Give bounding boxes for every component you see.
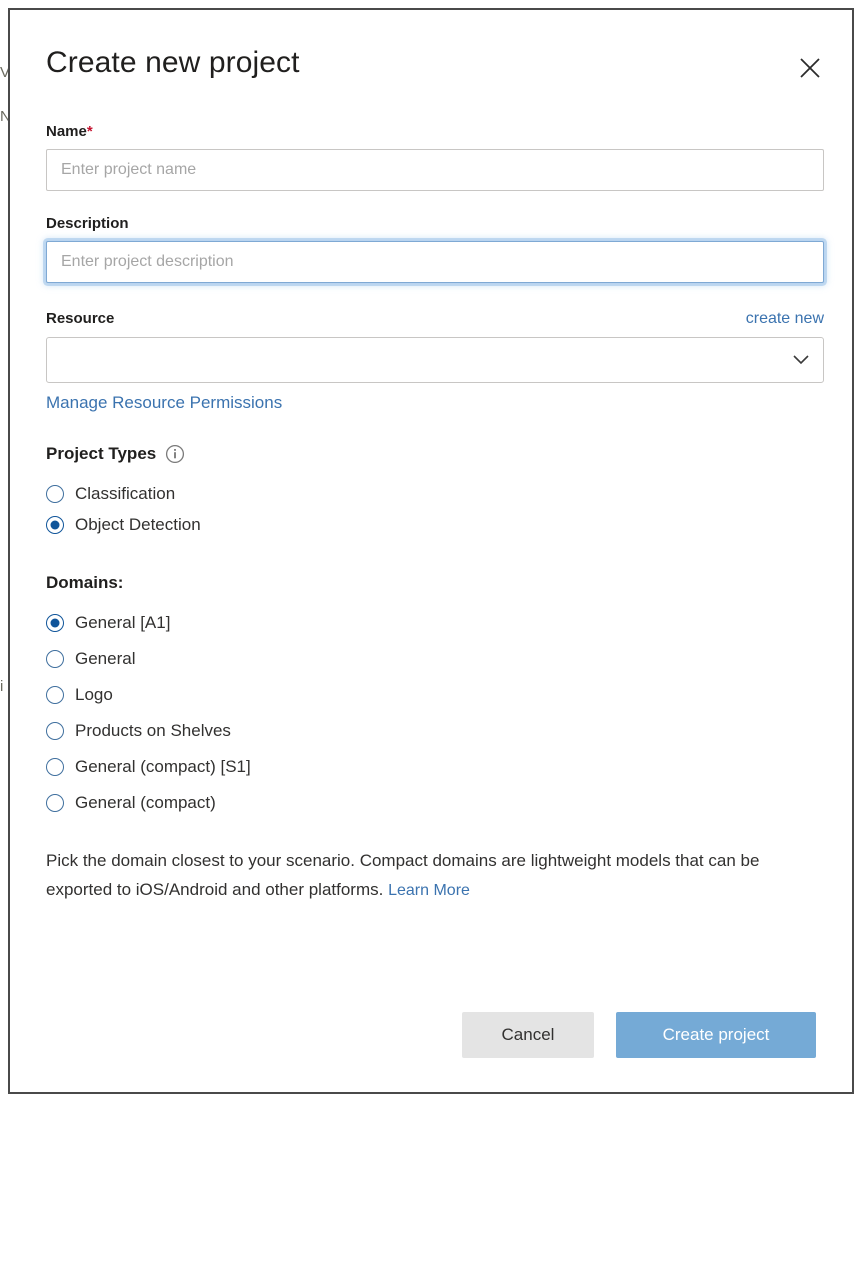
required-asterisk: * <box>86 123 93 140</box>
cancel-button[interactable]: Cancel <box>462 1012 594 1058</box>
radio-indicator <box>46 686 64 704</box>
create-new-resource-link[interactable]: create new <box>746 310 824 328</box>
resource-field-group: Resource create new Manage Resource Perm… <box>46 310 824 413</box>
project-type-option-object-detection[interactable]: Object Detection <box>46 509 824 540</box>
domain-label: Products on Shelves <box>75 721 231 740</box>
domain-option-general-a1[interactable]: General [A1] <box>46 605 824 641</box>
project-type-option-classification[interactable]: Classification <box>46 478 824 509</box>
domain-label: Logo <box>75 685 113 704</box>
close-icon[interactable] <box>788 46 832 90</box>
domain-option-general-compact-s1[interactable]: General (compact) [S1] <box>46 749 824 785</box>
radio-indicator <box>46 484 64 503</box>
radio-indicator <box>46 794 64 812</box>
domain-option-logo[interactable]: Logo <box>46 677 824 713</box>
domain-option-general-compact[interactable]: General (compact) <box>46 785 824 821</box>
project-types-radio-group: Classification Object Detection <box>46 478 824 540</box>
project-type-label: Object Detection <box>75 514 201 534</box>
domain-label: General (compact) <box>75 793 216 812</box>
domains-label: Domains: <box>46 573 124 592</box>
domain-label: General (compact) [S1] <box>75 757 251 776</box>
project-name-input[interactable] <box>46 149 824 191</box>
description-field-group: Description <box>46 215 824 283</box>
domain-helper-text: Pick the domain closest to your scenario… <box>46 846 824 905</box>
create-project-form: Name* Description Resource create new <box>46 123 824 905</box>
domain-option-products-on-shelves[interactable]: Products on Shelves <box>46 713 824 749</box>
radio-indicator-selected <box>46 515 64 534</box>
name-label-text: Name <box>46 123 87 140</box>
name-field-group: Name* <box>46 123 824 191</box>
domain-label: General <box>75 649 136 668</box>
manage-resource-permissions-link[interactable]: Manage Resource Permissions <box>46 393 282 413</box>
dialog-footer: Cancel Create project <box>462 1012 816 1058</box>
dialog-title: Create new project <box>46 46 300 79</box>
create-new-project-dialog: Create new project Name* Description Re <box>8 8 854 1094</box>
domains-radio-group: General [A1] General Logo Products on Sh… <box>46 605 824 821</box>
domain-label: General [A1] <box>75 613 171 632</box>
info-icon[interactable] <box>165 444 185 464</box>
domain-option-general[interactable]: General <box>46 641 824 677</box>
learn-more-link[interactable]: Learn More <box>388 882 470 899</box>
radio-indicator <box>46 758 64 776</box>
radio-indicator-selected <box>46 614 64 632</box>
project-types-header: Project Types <box>46 444 824 464</box>
resource-select[interactable] <box>46 337 824 383</box>
name-label: Name* <box>46 123 824 140</box>
project-type-label: Classification <box>75 483 176 503</box>
radio-indicator <box>46 722 64 740</box>
project-types-label: Project Types <box>46 444 157 463</box>
create-project-button[interactable]: Create project <box>616 1012 816 1058</box>
resource-label: Resource <box>46 310 115 327</box>
project-description-input[interactable] <box>46 241 824 283</box>
description-label: Description <box>46 215 129 232</box>
radio-indicator <box>46 650 64 668</box>
